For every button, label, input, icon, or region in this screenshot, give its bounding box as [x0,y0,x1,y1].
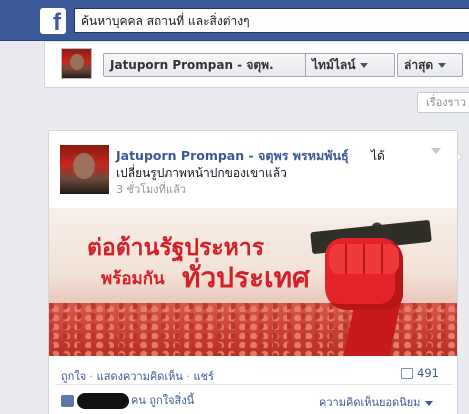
comment-icon [401,368,413,379]
separator: · [186,370,190,383]
chevron-down-icon [438,63,447,68]
stories-tab[interactable]: เรื่องราว [417,92,469,113]
post-author-link[interactable]: Jatuporn Prompan - จตุพร พรหมพันธุ์ [116,146,349,166]
redacted-name [77,393,129,409]
top-bar: f [0,0,469,41]
cover-subline-small: พร้อมกัน [101,269,165,289]
share-link[interactable]: แชร์ [193,370,213,383]
like-link[interactable]: ถูกใจ [61,370,86,383]
timeline-label: ไทม์ไลน์ [312,58,356,72]
search-input[interactable] [75,9,469,32]
post-timestamp[interactable]: 3 ชั่วโมงที่แล้ว [116,180,186,198]
comment-count[interactable]: 491 [401,366,439,380]
chevron-down-icon [425,400,434,406]
timeline-dropdown[interactable]: ไทม์ไลน์ [305,53,395,77]
post-actions: ถูกใจ · แสดงความคิดเห็น · แชร์ [61,367,214,385]
avatar[interactable] [61,48,92,79]
comment-count-value: 491 [417,366,439,380]
post-card: Jatuporn Prompan - จตุพร พรหมพันธุ์ ได้ … [48,130,458,414]
divider [55,384,453,385]
comment-link[interactable]: แสดงความคิดเห็น [97,370,183,383]
latest-label: ล่าสุด [404,58,434,72]
popular-comments-dropdown[interactable]: ความคิดเห็นยอดนิยม [319,393,434,411]
likes-text[interactable]: คน ถูกใจสิ่งนี้ [131,394,194,407]
post-verb: ได้ [371,149,385,163]
popular-comments-label: ความคิดเห็นยอดนิยม [319,396,421,409]
latest-dropdown[interactable]: ล่าสุด [397,53,463,77]
cover-subline-big: ทั่วประเทศ [182,261,310,294]
thumbs-up-icon [61,395,74,407]
fist-graphic [325,238,403,310]
facebook-logo[interactable]: f [40,8,66,34]
profile-subheader: Jatuporn Prompan - จตุพ. ไทม์ไลน์ ล่าสุด [44,42,469,88]
chevron-down-icon [360,63,369,68]
separator: · [89,370,94,383]
likes-summary: คน ถูกใจสิ่งนี้ [61,391,194,409]
cover-image[interactable]: ต่อต้านรัฐประหาร พร้อมกัน ทั่วประเทศ [49,208,457,356]
post-avatar[interactable] [60,145,109,194]
profile-name-button[interactable]: Jatuporn Prompan - จตุพ. [103,53,306,77]
search-box[interactable] [74,8,469,33]
chevron-down-icon[interactable] [431,148,441,154]
